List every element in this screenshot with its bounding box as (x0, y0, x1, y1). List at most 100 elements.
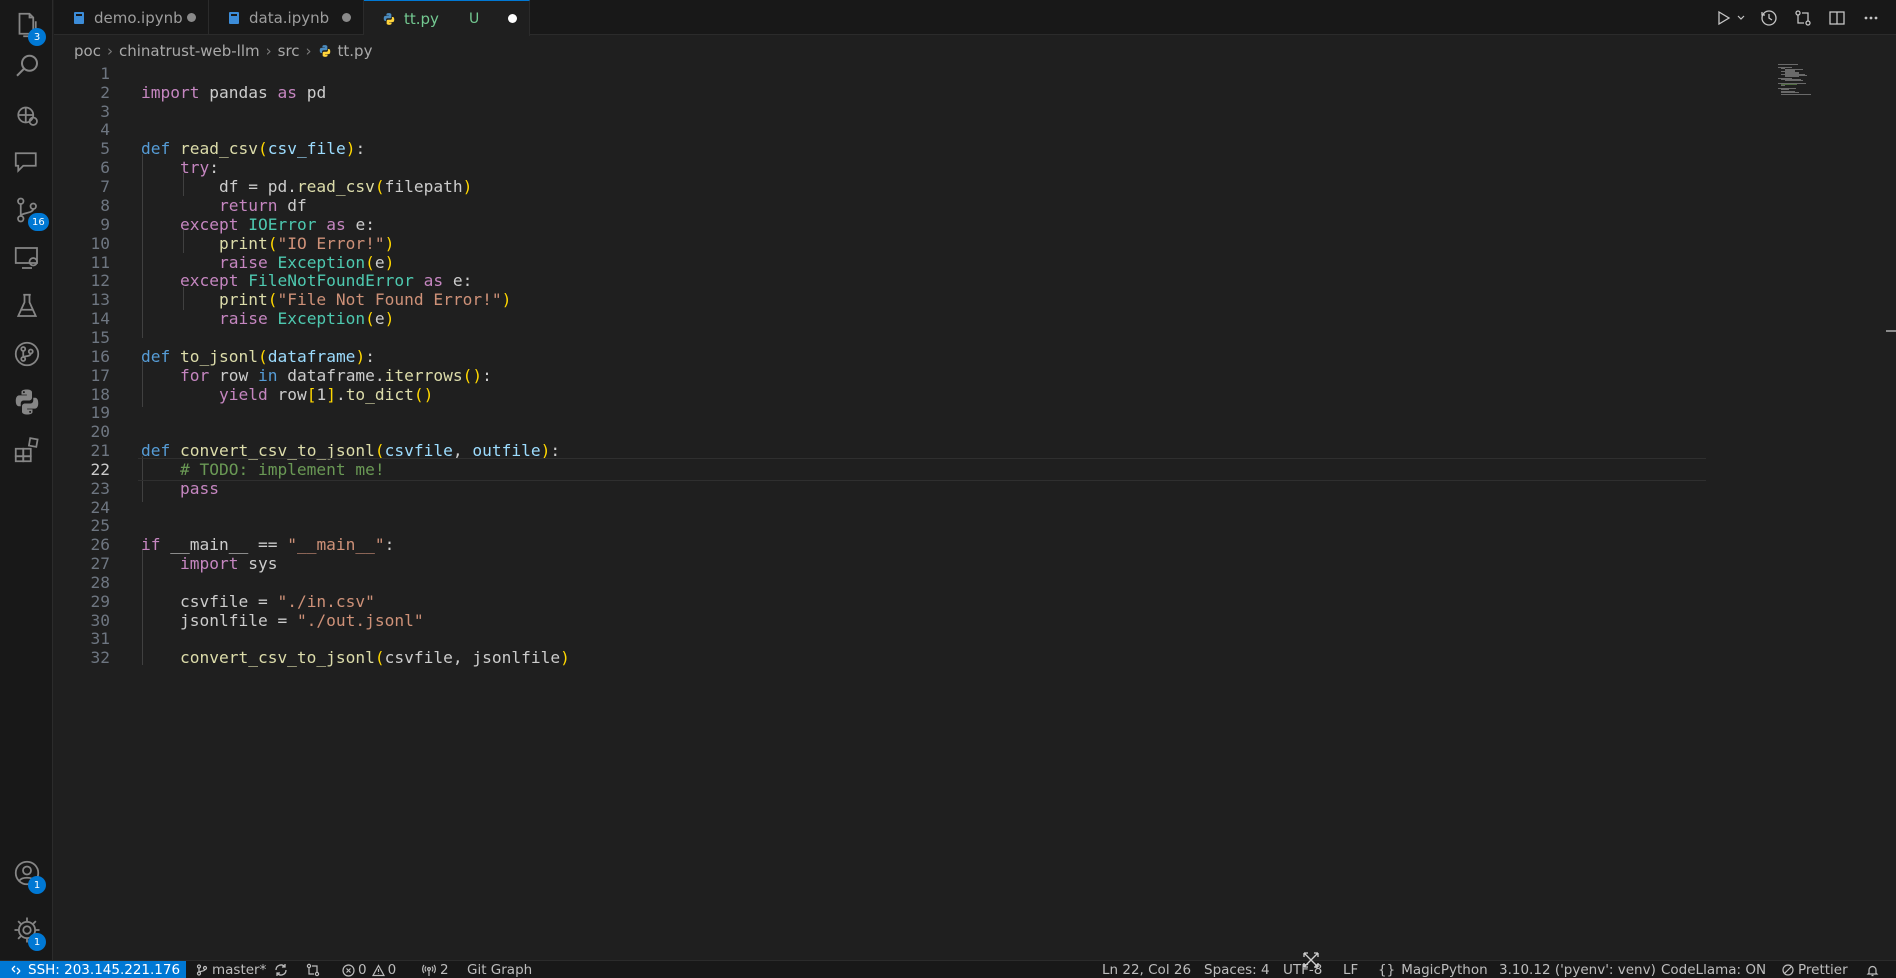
ports-indicator[interactable]: 2 (422, 961, 449, 978)
python-icon (15, 389, 38, 415)
compare-changes-icon (1795, 9, 1811, 26)
split-editor-button[interactable] (1826, 7, 1848, 29)
accounts-button[interactable]: 1 (0, 848, 53, 898)
split-editor-icon (1829, 10, 1845, 25)
codellama-toggle[interactable]: CodeLlama: ON (1661, 961, 1766, 978)
cursor-position-label: Ln 22, Col 26 (1102, 962, 1192, 978)
run-dropdown-button[interactable] (1736, 7, 1746, 29)
breadcrumb-item[interactable]: src (278, 42, 300, 60)
problems-indicator[interactable]: 0 0 (342, 961, 396, 978)
chat-button[interactable] (0, 137, 53, 187)
chevron-right-icon: › (265, 42, 272, 60)
git-compare-button[interactable] (306, 961, 320, 978)
more-actions-button[interactable] (1860, 7, 1882, 29)
flask-icon (16, 293, 37, 317)
line-number: 32 (90, 648, 111, 667)
remote-label: SSH: 203.145.221.176 (28, 962, 181, 978)
braces-icon: {} (1378, 962, 1396, 978)
git-compare-icon (306, 963, 320, 977)
indentation-label: Spaces: 4 (1204, 962, 1270, 978)
eol-selector[interactable]: LF (1343, 961, 1358, 978)
tab-label: data.ipynb (249, 8, 330, 27)
language-label: MagicPython (1401, 962, 1488, 978)
prettier-button[interactable]: Prettier (1782, 961, 1848, 978)
chat-icon (14, 152, 37, 173)
error-icon (342, 963, 355, 977)
manage-button[interactable]: 1 (0, 905, 53, 955)
codellama-label: CodeLlama: ON (1661, 962, 1767, 978)
git-graph-label: Git Graph (467, 962, 533, 978)
branch-label: master* (212, 962, 267, 978)
extensions-button[interactable] (0, 425, 53, 475)
sync-icon (275, 964, 288, 976)
extensions-icon (14, 437, 39, 463)
interpreter-label: 3.10.12 ('pyenv': venv) (1499, 962, 1656, 978)
git-graph-icon (14, 341, 39, 367)
branch-indicator[interactable]: master* (196, 961, 288, 978)
activity-bar: 3 16 1 1 (0, 0, 53, 960)
scm-badge: 16 (28, 213, 49, 231)
bell-icon (1866, 965, 1879, 976)
prettier-label: Prettier (1798, 962, 1848, 978)
git-graph-button[interactable] (0, 329, 53, 379)
chevron-right-icon: › (106, 42, 113, 60)
python-file-icon (319, 45, 330, 57)
git-branch-icon (196, 964, 208, 976)
prettier-icon (1782, 964, 1794, 976)
scrollbar-cursor-marker (1886, 330, 1896, 332)
remote-indicator[interactable]: SSH: 203.145.221.176 (0, 961, 186, 978)
manage-badge: 1 (28, 933, 46, 951)
remote-explorer-button[interactable] (0, 233, 53, 283)
search-icon (15, 54, 38, 77)
breadcrumb-item[interactable]: poc (74, 42, 101, 60)
warning-icon (371, 963, 385, 976)
tab-data-ipynb[interactable]: data.ipynb (209, 0, 364, 35)
language-mode-selector[interactable]: {} MagicPython (1378, 961, 1488, 978)
eol-label: LF (1343, 962, 1359, 978)
error-count: 0 (358, 962, 367, 978)
open-changes-button[interactable] (1792, 7, 1814, 29)
interpreter-selector[interactable]: 3.10.12 ('pyenv': venv) (1499, 961, 1656, 978)
editor-actions (1712, 0, 1896, 35)
status-bar: SSH: 203.145.221.176 master* 0 0 2 Git G… (0, 960, 1896, 978)
source-control-button[interactable]: 16 (0, 185, 53, 235)
unsaved-dot (187, 13, 196, 22)
remote-icon (11, 965, 21, 975)
python-file-icon (383, 12, 395, 25)
broadcast-icon (422, 964, 436, 976)
search-button[interactable] (0, 42, 53, 92)
notifications-button[interactable] (1866, 961, 1879, 978)
breadcrumb-item[interactable]: chinatrust-web-llm (119, 42, 260, 60)
cursor-position[interactable]: Ln 22, Col 26 (1102, 961, 1191, 978)
code-text: convert_csv_to_jsonl(csvfile, jsonlfile) (179, 648, 570, 667)
timeline-button[interactable] (1758, 7, 1780, 29)
breadcrumb-item[interactable]: tt.py (338, 42, 373, 60)
python-button[interactable] (0, 377, 53, 427)
tab-demo-ipynb[interactable]: demo.ipynb (54, 0, 209, 35)
testing-button[interactable] (0, 281, 53, 331)
tab-label: tt.py (404, 9, 439, 28)
chevron-down-icon (1737, 15, 1745, 20)
git-graph-status-button[interactable]: Git Graph (467, 961, 532, 978)
run-button[interactable] (1712, 7, 1734, 29)
code-editor[interactable]: 1 2 import pandas as pd 3 4 5 def read_csv… (54, 62, 1766, 942)
unsaved-dot (342, 13, 351, 22)
ellipsis-icon (1864, 16, 1878, 19)
tab-label: demo.ipynb (94, 8, 183, 27)
indentation-selector[interactable]: Spaces: 4 (1204, 961, 1270, 978)
tab-tt-py[interactable]: tt.py U (364, 0, 530, 36)
tab-bar: demo.ipynb data.ipynb tt.py U (54, 0, 1896, 36)
unsaved-dot (508, 14, 517, 23)
accounts-badge: 1 (28, 876, 46, 894)
run-debug-button[interactable] (0, 90, 53, 140)
history-icon (1761, 9, 1777, 26)
play-icon (1718, 10, 1731, 25)
notebook-file-icon (229, 11, 239, 24)
mouse-cursor-icon (1303, 952, 1319, 968)
ports-count: 2 (440, 962, 449, 978)
code-line: 32 convert_csv_to_jsonl(csvfile, jsonlfi… (54, 646, 1766, 669)
minimap[interactable] (1766, 62, 1886, 942)
breadcrumb: poc › chinatrust-web-llm › src › tt.py (74, 40, 372, 62)
remote-explorer-icon (14, 247, 38, 269)
untracked-status: U (468, 10, 480, 27)
